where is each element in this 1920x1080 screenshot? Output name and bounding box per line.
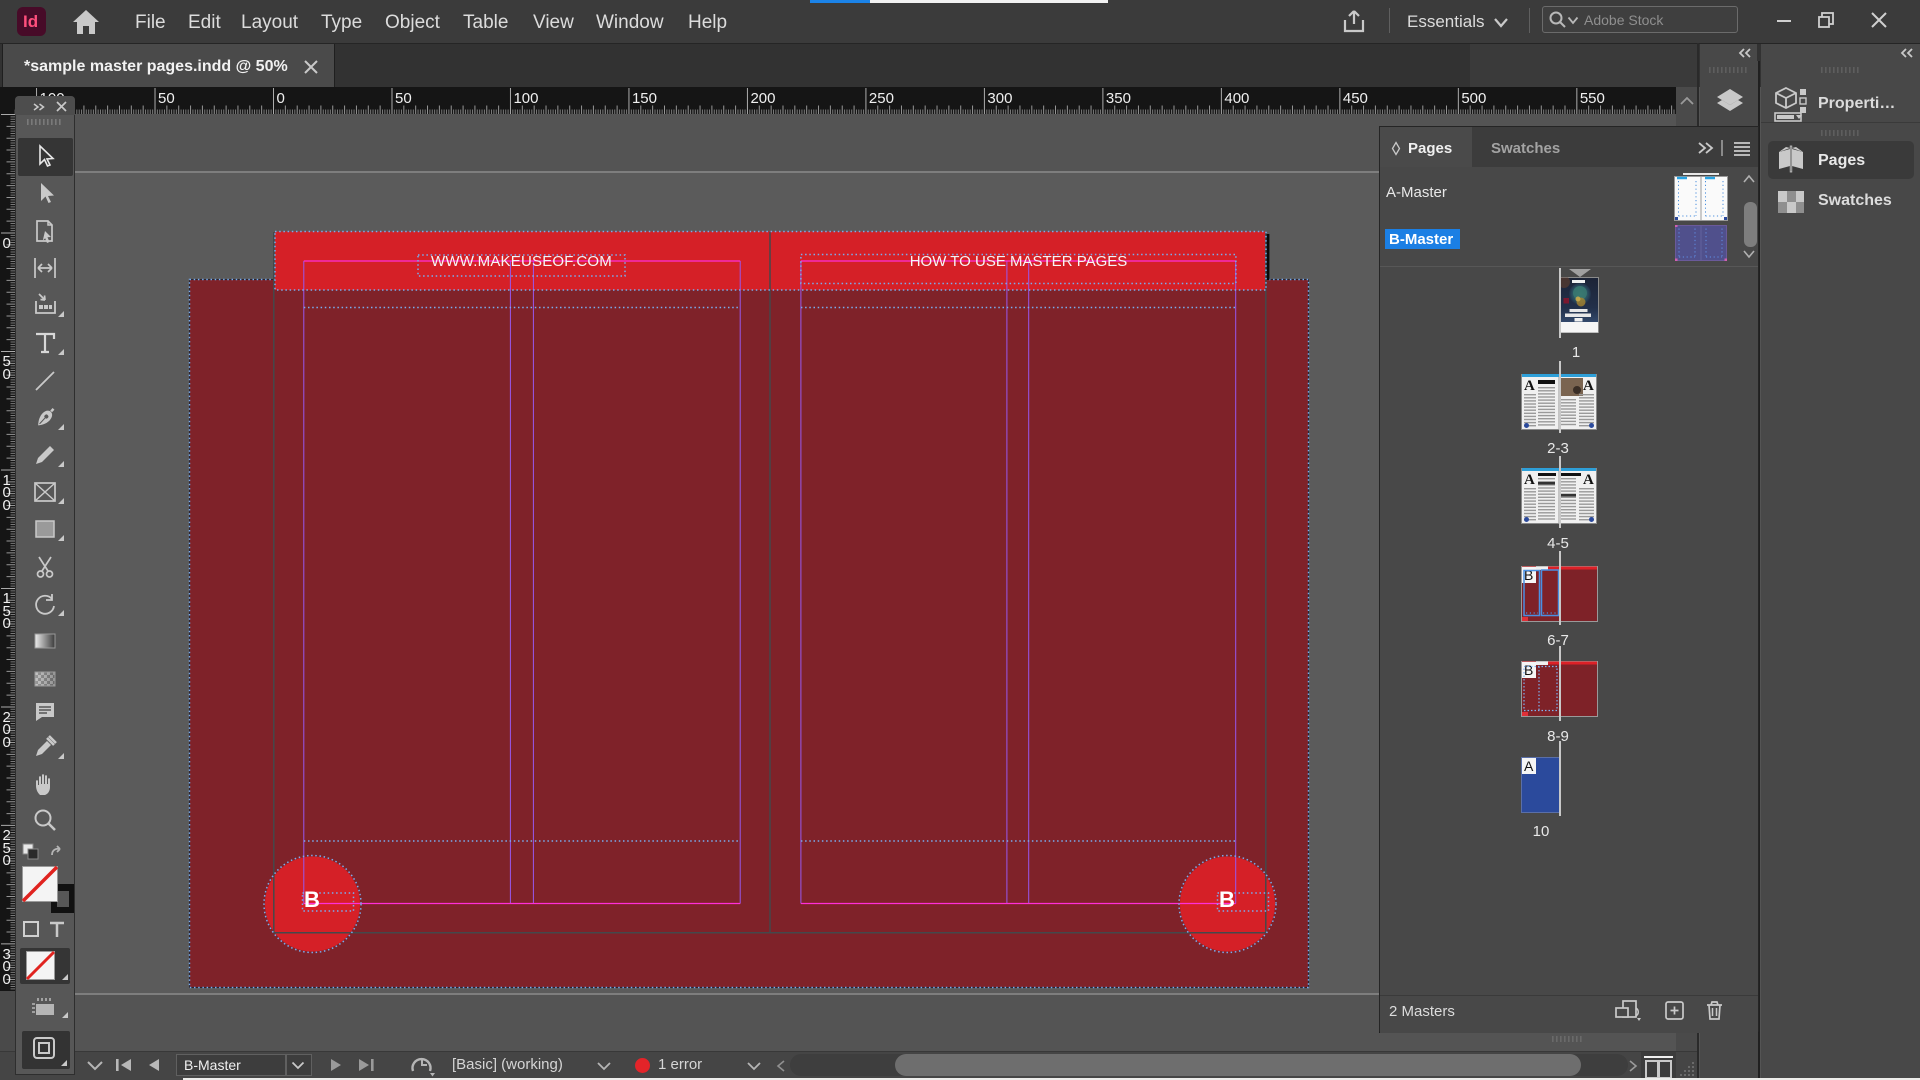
svg-text:B: B (1524, 662, 1533, 678)
svg-text:A: A (1583, 472, 1594, 488)
svg-text:A: A (1524, 758, 1534, 774)
svg-text:A: A (1524, 378, 1535, 394)
svg-text:B: B (1524, 567, 1533, 583)
svg-text:A: A (1524, 472, 1535, 488)
svg-text:A: A (1583, 378, 1594, 394)
